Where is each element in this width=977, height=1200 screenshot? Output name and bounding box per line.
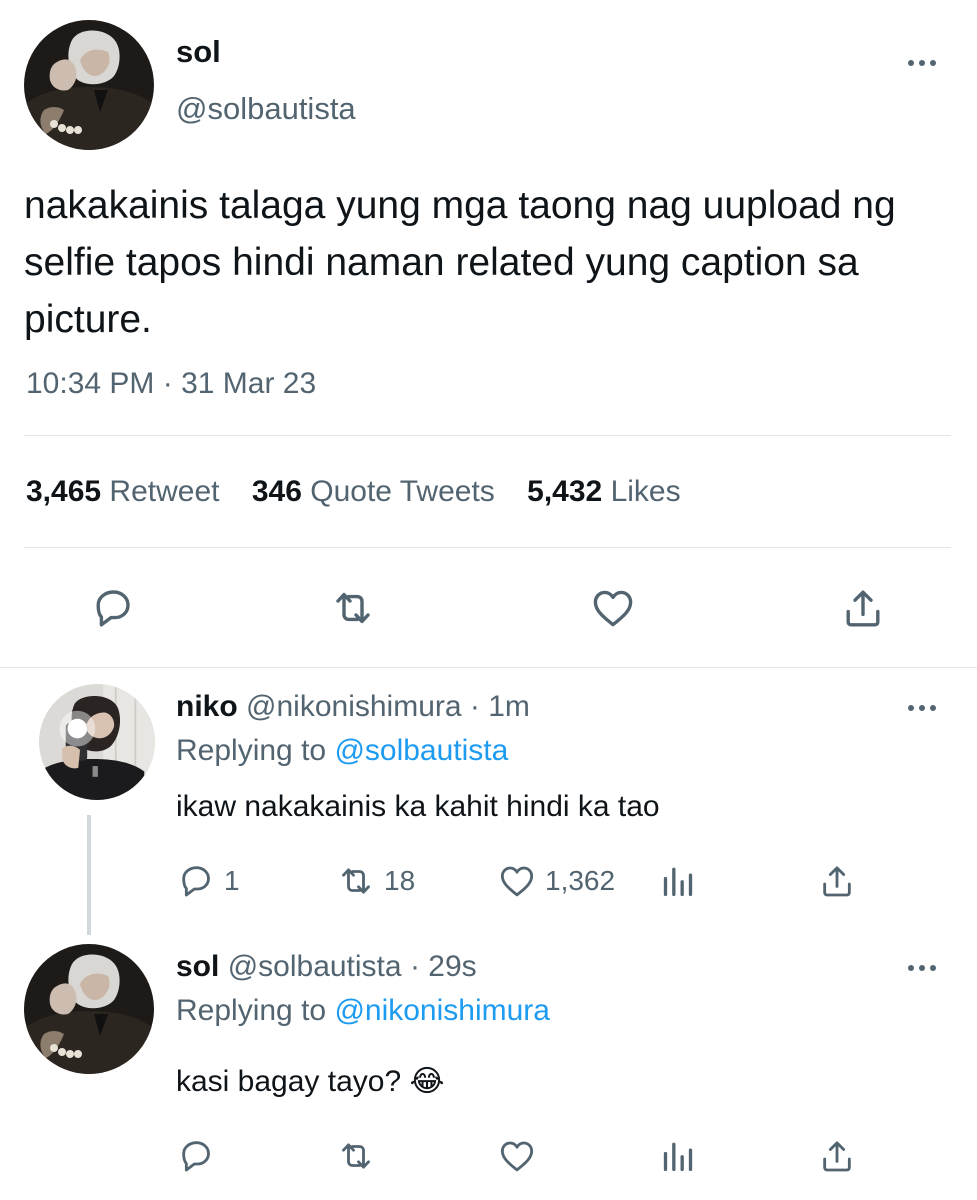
reply-display-name[interactable]: niko xyxy=(176,690,238,723)
share-icon xyxy=(817,1136,857,1176)
replying-to: Replying to @nikonishimura xyxy=(176,994,550,1028)
reply-text: kasi bagay tayo? xyxy=(176,1065,402,1098)
reply-text: ikaw nakakainis ka kahit hindi ka tao xyxy=(176,790,660,823)
like-icon xyxy=(497,861,537,901)
like-icon xyxy=(497,1136,537,1176)
analytics-icon xyxy=(658,1136,698,1176)
reply-button[interactable] xyxy=(89,584,137,632)
retweets-count: 3,465 xyxy=(26,475,102,508)
replying-to-label: Replying to xyxy=(176,734,327,767)
share-button[interactable] xyxy=(839,584,887,632)
likes-count: 5,432 xyxy=(527,475,603,508)
author-handle[interactable]: @solbautista xyxy=(176,91,356,127)
divider xyxy=(24,435,951,436)
author-display-name[interactable]: sol xyxy=(176,34,221,70)
like-button[interactable] xyxy=(589,584,637,632)
retweets-label: Retweet xyxy=(109,475,220,508)
reply-icon xyxy=(176,1136,216,1176)
quotes-count: 346 xyxy=(251,475,302,508)
quotes-label: Quote Tweets xyxy=(310,475,495,508)
replying-to-handle[interactable]: @solbautista xyxy=(334,734,508,767)
like-icon xyxy=(589,584,637,632)
reply-header: sol @solbautista · 29s xyxy=(176,950,477,984)
tweet-text: nakakainis talaga yung mga taong nag uup… xyxy=(24,184,896,341)
reply-time[interactable]: · 1m xyxy=(470,690,530,723)
like-count: 1,362 xyxy=(545,865,616,896)
tweet-stats: 3,465 Retweet 346 Quote Tweets 5,432 Lik… xyxy=(26,475,681,509)
reply-display-name[interactable]: sol xyxy=(176,950,219,983)
thread-line xyxy=(87,815,91,935)
retweet-count: 18 xyxy=(384,865,416,896)
analytics-button[interactable] xyxy=(658,861,698,901)
reply-handle[interactable]: @solbautista xyxy=(228,950,402,983)
reply-icon xyxy=(89,584,137,632)
quotes-stat[interactable]: 346 Quote Tweets xyxy=(252,475,503,508)
like-button[interactable] xyxy=(497,1136,545,1176)
more-options-icon[interactable] xyxy=(908,965,936,971)
analytics-icon xyxy=(658,861,698,901)
tweet-timestamp[interactable]: 10:34 PM · 31 Mar 23 xyxy=(26,367,316,401)
like-button[interactable]: 1,362 xyxy=(497,861,615,901)
likes-stat[interactable]: 5,432 Likes xyxy=(527,475,680,508)
retweet-button[interactable] xyxy=(329,584,377,632)
replying-to: Replying to @solbautista xyxy=(176,734,508,768)
retweet-button[interactable]: 18 xyxy=(336,861,415,901)
replying-to-label: Replying to xyxy=(176,994,327,1027)
retweet-icon xyxy=(336,1136,376,1176)
more-options-icon[interactable] xyxy=(908,60,936,66)
divider xyxy=(0,667,977,668)
share-icon xyxy=(817,861,857,901)
reply-icon xyxy=(176,861,216,901)
divider xyxy=(24,547,951,548)
share-icon xyxy=(839,584,887,632)
likes-label: Likes xyxy=(610,475,681,508)
reply-count: 1 xyxy=(224,865,240,896)
author-avatar[interactable] xyxy=(24,20,154,150)
share-button[interactable] xyxy=(817,861,857,901)
reply-time[interactable]: · 29s xyxy=(410,950,477,983)
replying-to-handle[interactable]: @nikonishimura xyxy=(334,994,550,1027)
reply-header: niko @nikonishimura · 1m xyxy=(176,690,530,724)
reply-handle[interactable]: @nikonishimura xyxy=(246,690,462,723)
retweets-stat[interactable]: 3,465 Retweet xyxy=(26,475,228,508)
reply-text-line: kasi bagay tayo? 😂 xyxy=(176,1064,445,1099)
laughing-emoji-icon: 😂 xyxy=(409,1065,445,1098)
retweet-icon xyxy=(336,861,376,901)
reply-button[interactable] xyxy=(176,1136,224,1176)
reply-button[interactable]: 1 xyxy=(176,861,240,901)
share-button[interactable] xyxy=(817,1136,857,1176)
retweet-button[interactable] xyxy=(336,1136,384,1176)
retweet-icon xyxy=(329,584,377,632)
analytics-button[interactable] xyxy=(658,1136,698,1176)
more-options-icon[interactable] xyxy=(908,705,936,711)
reply-avatar[interactable] xyxy=(39,684,155,800)
reply-avatar[interactable] xyxy=(24,944,154,1074)
